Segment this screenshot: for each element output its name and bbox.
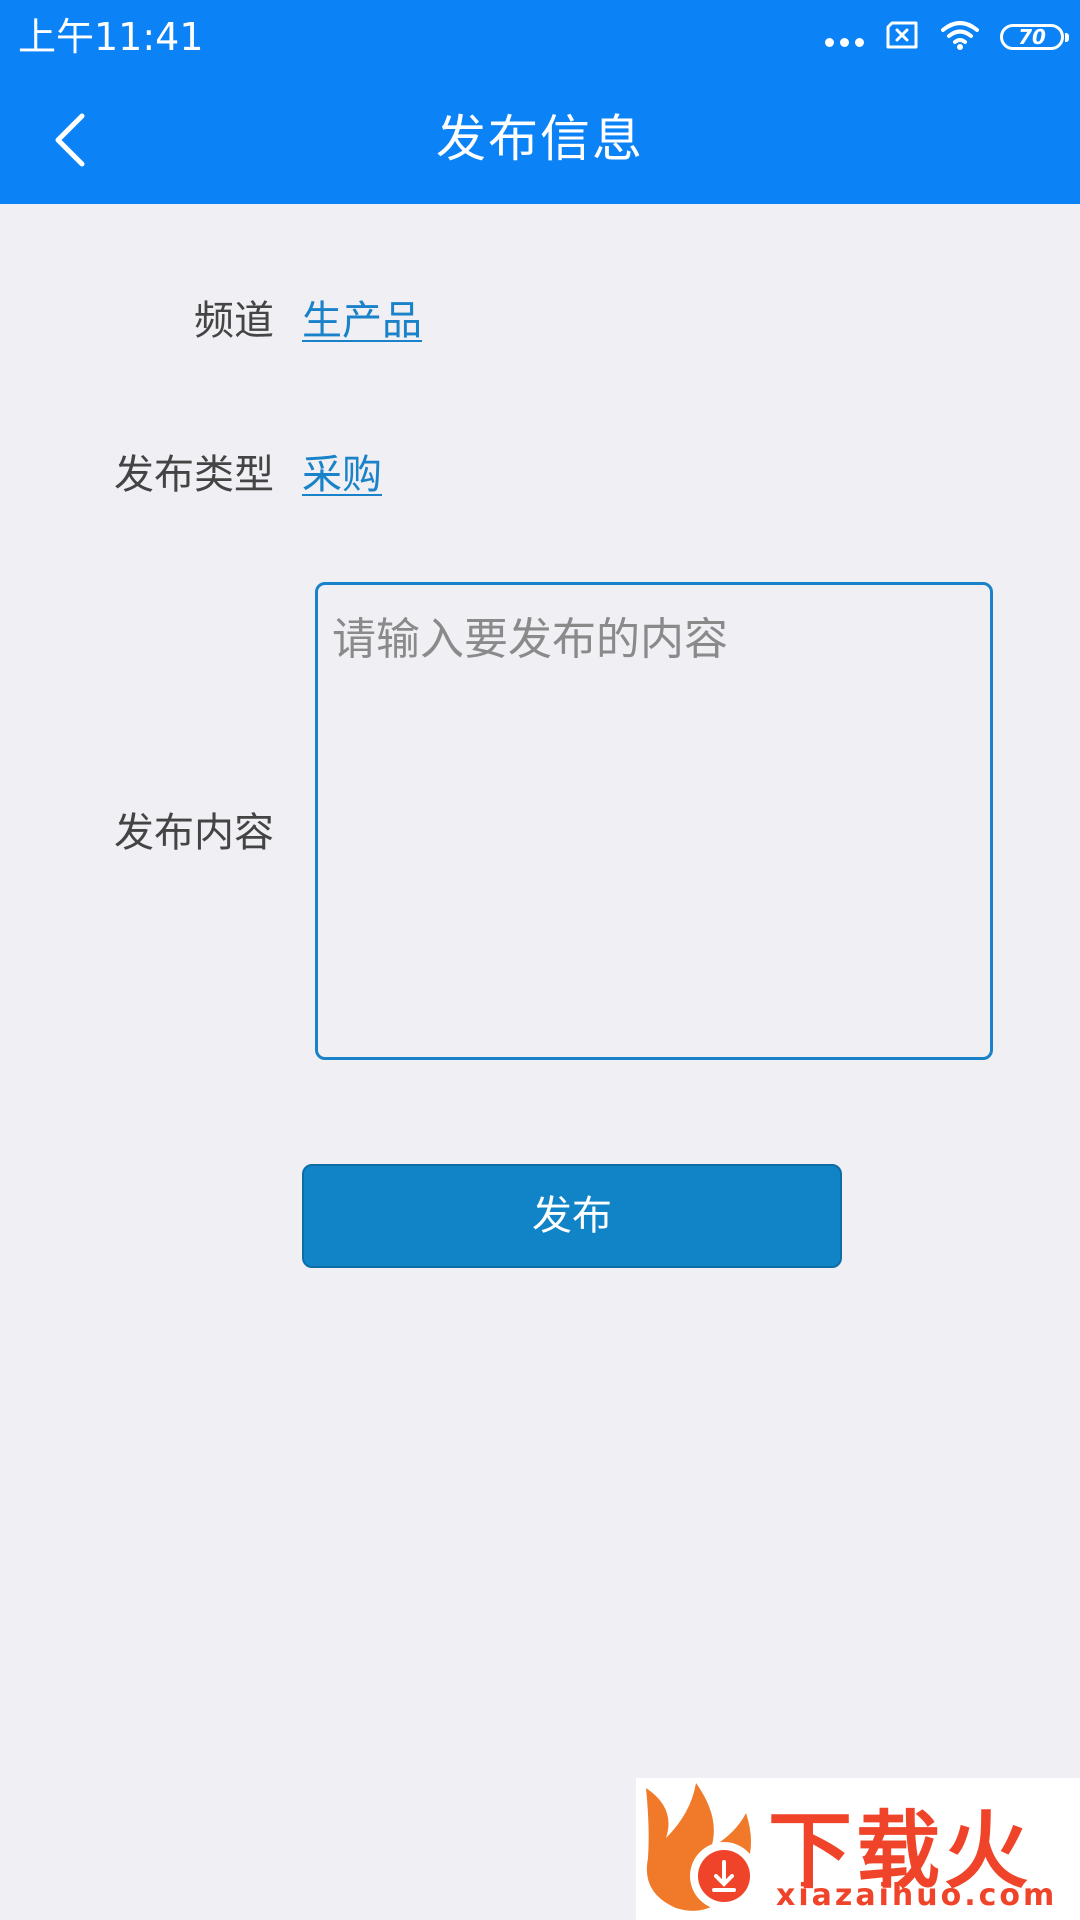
watermark-domain: xiazaihuo.com [776, 1878, 1058, 1913]
back-button[interactable] [30, 100, 110, 180]
more-dots-icon [825, 37, 864, 47]
channel-selector[interactable]: 生产品 [302, 288, 422, 346]
status-icons: 70 [825, 14, 1069, 60]
publish-type-label: 发布类型 [114, 452, 274, 498]
content-input[interactable] [315, 582, 993, 1060]
publish-button[interactable]: 发布 [302, 1164, 842, 1268]
status-time: 上午11:41 [18, 15, 204, 59]
battery-icon: 70 [1000, 24, 1069, 50]
status-bar: 上午11:41 70 [0, 0, 1080, 74]
channel-label: 频道 [194, 298, 274, 344]
publish-type-selector[interactable]: 采购 [302, 442, 382, 500]
battery-level: 70 [1018, 25, 1046, 49]
content-label: 发布内容 [114, 810, 274, 856]
wifi-icon [940, 19, 980, 55]
page-title: 发布信息 [436, 110, 644, 168]
title-bar: 发布信息 [0, 74, 1080, 204]
chevron-left-icon [55, 113, 85, 167]
flame-logo-icon [646, 1783, 758, 1911]
watermark-logo: 下载火 xiazaihuo.com [636, 1778, 1080, 1920]
sim-x-icon [884, 20, 920, 54]
